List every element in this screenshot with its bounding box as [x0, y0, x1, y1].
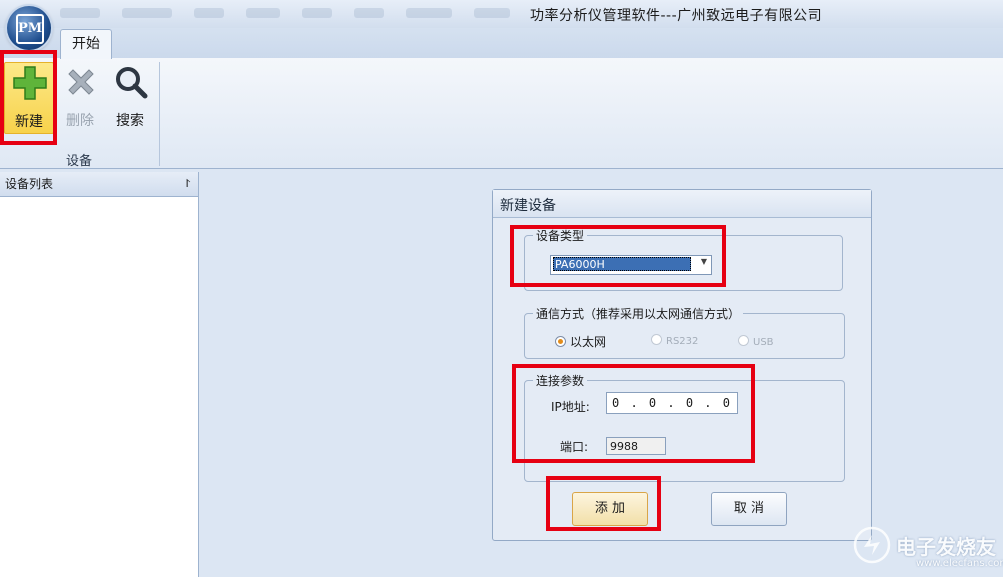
watermark-logo-icon [853, 526, 891, 564]
add-button[interactable]: 添 加 [572, 492, 648, 526]
ip-address-label: IP地址: [551, 400, 590, 414]
blurred-tab-strip [60, 8, 510, 18]
port-input[interactable]: 9988 [606, 437, 666, 455]
app-logo-icon: PM [16, 14, 44, 44]
plus-icon [13, 66, 47, 100]
pin-icon[interactable]: ⨡ [186, 172, 190, 196]
ribbon-group-label: 设备 [66, 154, 93, 169]
cancel-button[interactable]: 取 消 [711, 492, 787, 526]
search-device-button[interactable]: 搜索 [106, 62, 154, 132]
watermark: 电子发烧友 www.elecfans.com [852, 520, 1003, 570]
radio-unchecked-icon [651, 334, 662, 345]
watermark-name: 电子发烧友 [896, 534, 996, 559]
device-type-value: PA6000H [553, 257, 691, 271]
ip-address-input[interactable]: 0 . 0 . 0 . 0 [606, 392, 738, 414]
radio-usb-label: USB [753, 337, 774, 348]
device-list-header: 设备列表 ⨡ [0, 172, 198, 197]
device-type-legend: 设备类型 [533, 227, 588, 244]
radio-ethernet-label: 以太网 [570, 335, 607, 349]
ribbon-tab-row [0, 28, 1003, 59]
title-bar: 功率分析仪管理软件---广州致远电子有限公司 [0, 0, 1003, 28]
dialog-title: 新建设备 [500, 198, 556, 214]
radio-rs232[interactable]: RS232 [651, 334, 698, 347]
device-list-panel[interactable]: 设备列表 ⨡ [0, 172, 199, 577]
delete-x-icon [68, 69, 94, 95]
device-list-title: 设备列表 [5, 177, 54, 191]
radio-checked-icon [555, 336, 566, 347]
window-title: 功率分析仪管理软件---广州致远电子有限公司 [530, 8, 823, 24]
app-menu-button[interactable]: PM [7, 6, 51, 50]
port-label: 端口: [560, 440, 589, 454]
chevron-down-icon[interactable]: ▼ [701, 257, 707, 266]
tab-start[interactable]: 开始 [60, 29, 112, 59]
connection-params-legend: 连接参数 [533, 372, 588, 389]
new-button-label: 新建 [15, 114, 43, 130]
delete-button-label: 删除 [66, 113, 94, 129]
radio-unchecked-icon [738, 335, 749, 346]
radio-ethernet[interactable]: 以太网 [555, 333, 606, 350]
dialog-header: 新建设备 [493, 190, 871, 218]
radio-rs232-label: RS232 [666, 336, 699, 347]
watermark-url: www.elecfans.com [916, 558, 1003, 569]
magnifier-icon [116, 67, 148, 99]
comm-mode-legend: 通信方式（推荐采用以太网通信方式） [533, 305, 744, 322]
delete-device-button[interactable]: 删除 [56, 62, 104, 132]
new-device-button[interactable]: 新建 [4, 62, 54, 134]
search-button-label: 搜索 [116, 113, 144, 129]
radio-usb[interactable]: USB [738, 335, 774, 348]
device-type-select[interactable]: PA6000H ▼ [550, 255, 712, 275]
ribbon-group-divider [159, 62, 160, 166]
